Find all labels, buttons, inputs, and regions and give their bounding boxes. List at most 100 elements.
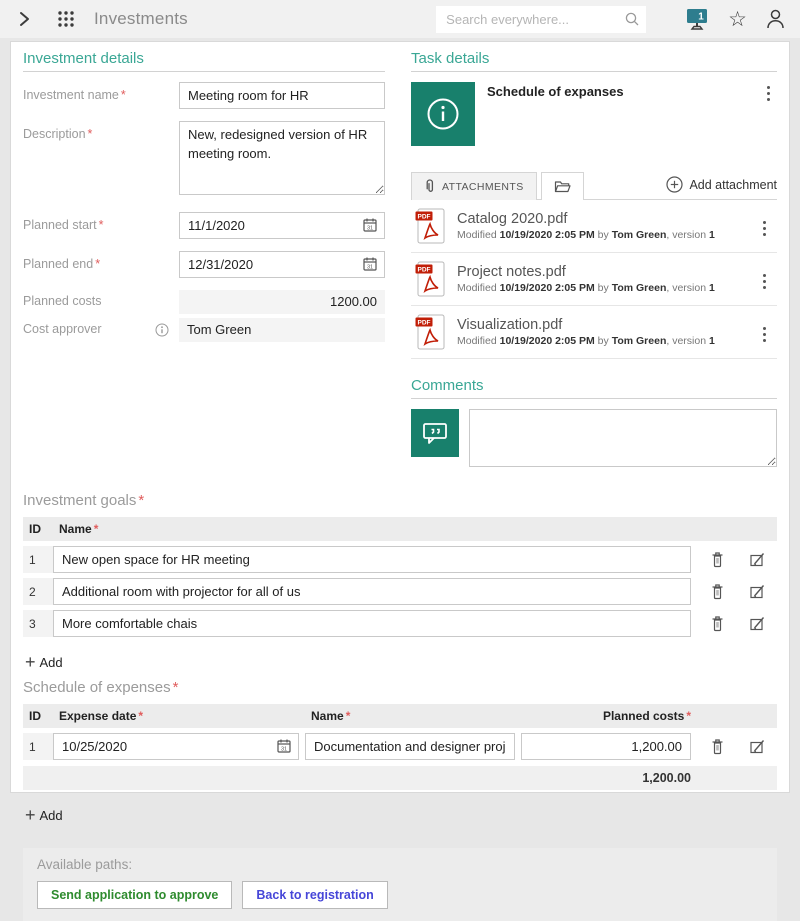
user-profile-icon[interactable] bbox=[765, 8, 786, 30]
attachment-meta: Modified 10/19/2020 2:05 PM by Tom Green… bbox=[457, 229, 755, 241]
delete-row-icon[interactable] bbox=[697, 615, 737, 632]
task-title: Schedule of expanses bbox=[475, 82, 759, 146]
attachment-name[interactable]: Catalog 2020.pdf bbox=[457, 211, 755, 227]
favorites-star-icon[interactable]: ☆ bbox=[728, 9, 747, 30]
goal-row-id: 3 bbox=[23, 610, 53, 637]
notifications-icon[interactable]: 1 bbox=[684, 6, 710, 33]
svg-text:PDF: PDF bbox=[418, 320, 431, 327]
paperclip-icon bbox=[424, 179, 436, 194]
comments-textarea[interactable] bbox=[469, 409, 777, 467]
goal-name-input[interactable] bbox=[53, 610, 691, 637]
pdf-file-icon: PDF bbox=[415, 261, 445, 297]
plus-icon: + bbox=[25, 806, 36, 824]
cost-approver-value: Tom Green bbox=[179, 318, 385, 342]
delete-row-icon[interactable] bbox=[697, 551, 737, 568]
description-label: Description* bbox=[23, 121, 179, 200]
add-attachment-label: Add attachment bbox=[689, 178, 777, 192]
expense-name-input[interactable] bbox=[305, 733, 515, 760]
investment-goals-header: ID Name* bbox=[23, 517, 777, 541]
investment-details-title: Investment details bbox=[23, 50, 385, 72]
search-input[interactable] bbox=[444, 11, 624, 28]
exp-col-id: ID bbox=[23, 704, 53, 728]
goals-col-name: Name* bbox=[53, 517, 697, 541]
expense-row-id: 1 bbox=[23, 733, 53, 760]
attachment-name[interactable]: Visualization.pdf bbox=[457, 317, 755, 333]
notification-count: 1 bbox=[698, 11, 704, 22]
attachment-row[interactable]: PDF Visualization.pdf Modified 10/19/202… bbox=[411, 306, 777, 359]
attachment-menu-icon[interactable] bbox=[755, 323, 773, 342]
attachment-row[interactable]: PDF Project notes.pdf Modified 10/19/202… bbox=[411, 253, 777, 306]
investment-name-label: Investment name* bbox=[23, 82, 179, 109]
calendar-icon[interactable]: 31 bbox=[276, 738, 292, 754]
svg-text:PDF: PDF bbox=[418, 267, 431, 274]
expense-row: 1 31 bbox=[23, 733, 777, 760]
pdf-file-icon: PDF bbox=[415, 314, 445, 350]
attachment-row[interactable]: PDF Catalog 2020.pdf Modified 10/19/2020… bbox=[411, 200, 777, 253]
svg-text:31: 31 bbox=[281, 747, 287, 753]
planned-costs-row: Planned costs 1200.00 bbox=[23, 290, 385, 314]
tab-attachments[interactable]: ATTACHMENTS bbox=[411, 172, 537, 200]
goal-row-id: 1 bbox=[23, 546, 53, 573]
goal-row-id: 2 bbox=[23, 578, 53, 605]
goal-row: 2 bbox=[23, 578, 777, 605]
info-tooltip-icon[interactable] bbox=[155, 323, 169, 337]
edit-row-icon[interactable] bbox=[737, 584, 777, 600]
send-application-to-approve-button[interactable]: Send application to approve bbox=[37, 881, 232, 909]
expenses-header: ID Expense date* Name* Planned costs* bbox=[23, 704, 777, 728]
delete-row-icon[interactable] bbox=[697, 583, 737, 600]
comments-title: Comments bbox=[411, 377, 777, 399]
expense-costs-input[interactable] bbox=[521, 733, 691, 760]
attachment-menu-icon[interactable] bbox=[755, 270, 773, 289]
planned-end-label: Planned end* bbox=[23, 251, 179, 278]
exp-col-name: Name* bbox=[305, 704, 521, 728]
expenses-total-row: 1,200.00 bbox=[23, 766, 777, 790]
add-expense-button[interactable]: +Add bbox=[25, 806, 63, 824]
delete-row-icon[interactable] bbox=[697, 738, 737, 755]
investment-name-input[interactable] bbox=[179, 82, 385, 109]
svg-text:31: 31 bbox=[367, 265, 373, 271]
expense-date-input[interactable] bbox=[53, 733, 299, 760]
add-attachment-button[interactable]: Add attachment bbox=[666, 176, 777, 199]
expenses-total-value: 1,200.00 bbox=[521, 766, 697, 790]
folder-icon bbox=[554, 180, 571, 193]
goal-name-input[interactable] bbox=[53, 546, 691, 573]
attachment-meta: Modified 10/19/2020 2:05 PM by Tom Green… bbox=[457, 335, 755, 347]
goals-col-id: ID bbox=[23, 517, 53, 541]
description-textarea[interactable]: New, redesigned version of HR meeting ro… bbox=[179, 121, 385, 195]
form-card: Investment details Investment name* Desc… bbox=[10, 41, 790, 793]
exp-col-costs: Planned costs* bbox=[521, 704, 697, 728]
edit-row-icon[interactable] bbox=[737, 616, 777, 632]
comment-bubble-icon bbox=[411, 409, 459, 457]
investment-name-row: Investment name* bbox=[23, 82, 385, 109]
description-row: Description* New, redesigned version of … bbox=[23, 121, 385, 200]
search-icon[interactable] bbox=[624, 11, 640, 27]
planned-end-input[interactable] bbox=[179, 251, 385, 278]
svg-text:31: 31 bbox=[367, 226, 373, 232]
attachment-menu-icon[interactable] bbox=[755, 217, 773, 236]
edit-row-icon[interactable] bbox=[737, 739, 777, 755]
task-info-icon bbox=[411, 82, 475, 146]
cost-approver-label: Cost approver bbox=[23, 318, 179, 342]
task-menu-icon[interactable] bbox=[759, 82, 777, 146]
expand-sidebar-icon[interactable] bbox=[14, 8, 40, 30]
task-block: Schedule of expanses bbox=[411, 82, 777, 146]
goal-name-input[interactable] bbox=[53, 578, 691, 605]
pdf-file-icon: PDF bbox=[415, 208, 445, 244]
tab-attachment-folders[interactable] bbox=[541, 172, 584, 200]
search-box bbox=[436, 6, 646, 33]
schedule-of-expenses-title: Schedule of expenses* bbox=[23, 679, 777, 696]
planned-start-row: Planned start* 31 bbox=[23, 212, 385, 239]
planned-start-label: Planned start* bbox=[23, 212, 179, 239]
back-to-registration-button[interactable]: Back to registration bbox=[242, 881, 387, 909]
attachment-name[interactable]: Project notes.pdf bbox=[457, 264, 755, 280]
available-paths-label: Available paths: bbox=[37, 857, 763, 872]
add-goal-button[interactable]: +Add bbox=[25, 653, 63, 671]
attachments-tab-label: ATTACHMENTS bbox=[442, 181, 524, 193]
attachment-meta: Modified 10/19/2020 2:05 PM by Tom Green… bbox=[457, 282, 755, 294]
edit-row-icon[interactable] bbox=[737, 552, 777, 568]
svg-text:PDF: PDF bbox=[418, 214, 431, 221]
app-grid-icon[interactable] bbox=[56, 9, 80, 29]
planned-start-input[interactable] bbox=[179, 212, 385, 239]
calendar-icon[interactable]: 31 bbox=[362, 217, 378, 233]
calendar-icon[interactable]: 31 bbox=[362, 256, 378, 272]
